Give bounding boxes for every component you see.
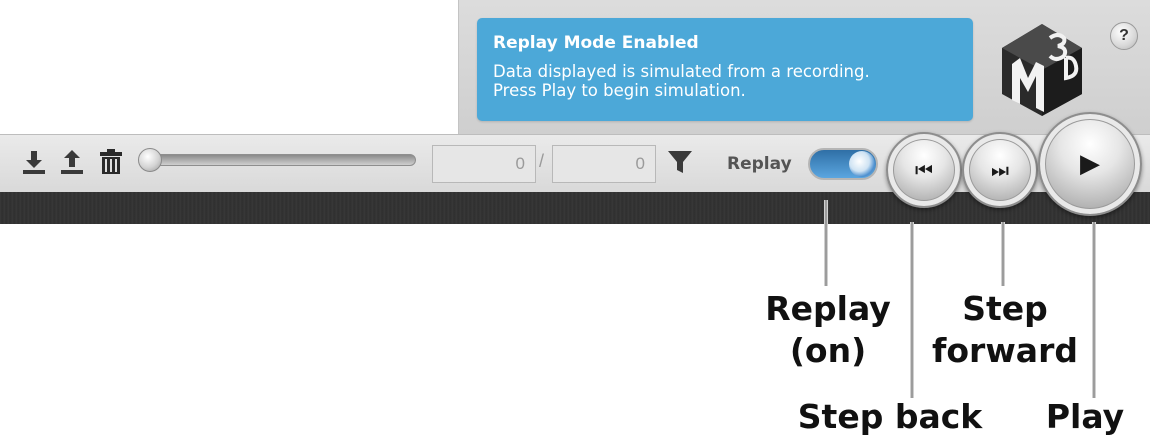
current-count-field[interactable]: 0 — [432, 145, 536, 183]
notice-title: Replay Mode Enabled — [493, 33, 699, 53]
notice-line-1: Data displayed is simulated from a recor… — [493, 62, 870, 81]
download-icon[interactable] — [20, 148, 48, 176]
help-icon[interactable]: ? — [1110, 22, 1138, 50]
annotation-replay-line1: Replay — [765, 289, 891, 328]
count-separator: / — [539, 151, 545, 171]
annotation-play: Play — [1045, 397, 1125, 436]
notice-line-2: Press Play to begin simulation. — [493, 81, 746, 100]
annotation-replay-line2: (on) — [789, 331, 867, 370]
annotation-step-forward: Step forward — [930, 288, 1080, 372]
replay-toggle-knob[interactable] — [849, 151, 875, 177]
timeline-slider-track[interactable] — [148, 154, 416, 166]
play-leader-line — [1092, 222, 1096, 398]
annotation-step-forward-line1: Step — [962, 289, 1048, 328]
upload-icon[interactable] — [58, 148, 86, 176]
play-icon: ▶ — [1080, 149, 1100, 179]
step-forward-icon: ⏭ — [991, 158, 1009, 182]
replay-notice: Replay Mode Enabled Data displayed is si… — [477, 18, 973, 121]
step-back-button[interactable]: ⏮ — [886, 132, 962, 208]
step-forward-button[interactable]: ⏭ — [962, 132, 1038, 208]
replay-label: Replay — [727, 154, 792, 174]
step-back-icon: ⏮ — [915, 158, 933, 182]
total-count-field[interactable]: 0 — [552, 145, 656, 183]
replay-leader-line — [824, 200, 828, 286]
timeline-slider-thumb[interactable] — [138, 148, 162, 172]
logo-3dm — [998, 18, 1086, 118]
annotation-replay: Replay (on) — [728, 288, 928, 372]
filter-icon[interactable] — [666, 148, 694, 176]
replay-toggle[interactable] — [808, 148, 878, 180]
notice-body: Data displayed is simulated from a recor… — [493, 62, 957, 100]
play-button[interactable]: ▶ — [1038, 112, 1142, 216]
trash-icon[interactable] — [97, 148, 125, 176]
annotation-step-forward-line2: forward — [932, 331, 1078, 370]
step-forward-leader-line — [1001, 222, 1005, 286]
annotation-step-back: Step back — [797, 397, 983, 436]
